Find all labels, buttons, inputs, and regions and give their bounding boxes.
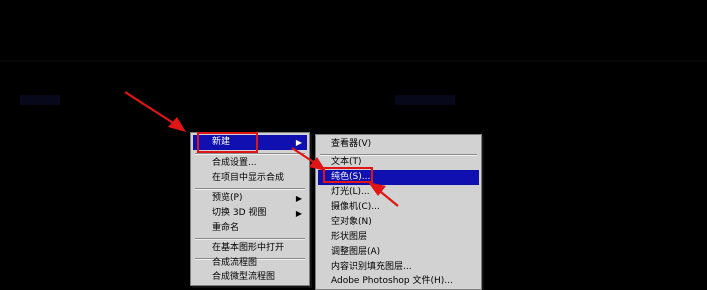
annotation-arrows bbox=[124, 91, 399, 207]
annotation-arrow-line bbox=[124, 91, 179, 127]
arrowhead-icon bbox=[168, 117, 186, 132]
arrowhead-icon bbox=[309, 157, 326, 171]
